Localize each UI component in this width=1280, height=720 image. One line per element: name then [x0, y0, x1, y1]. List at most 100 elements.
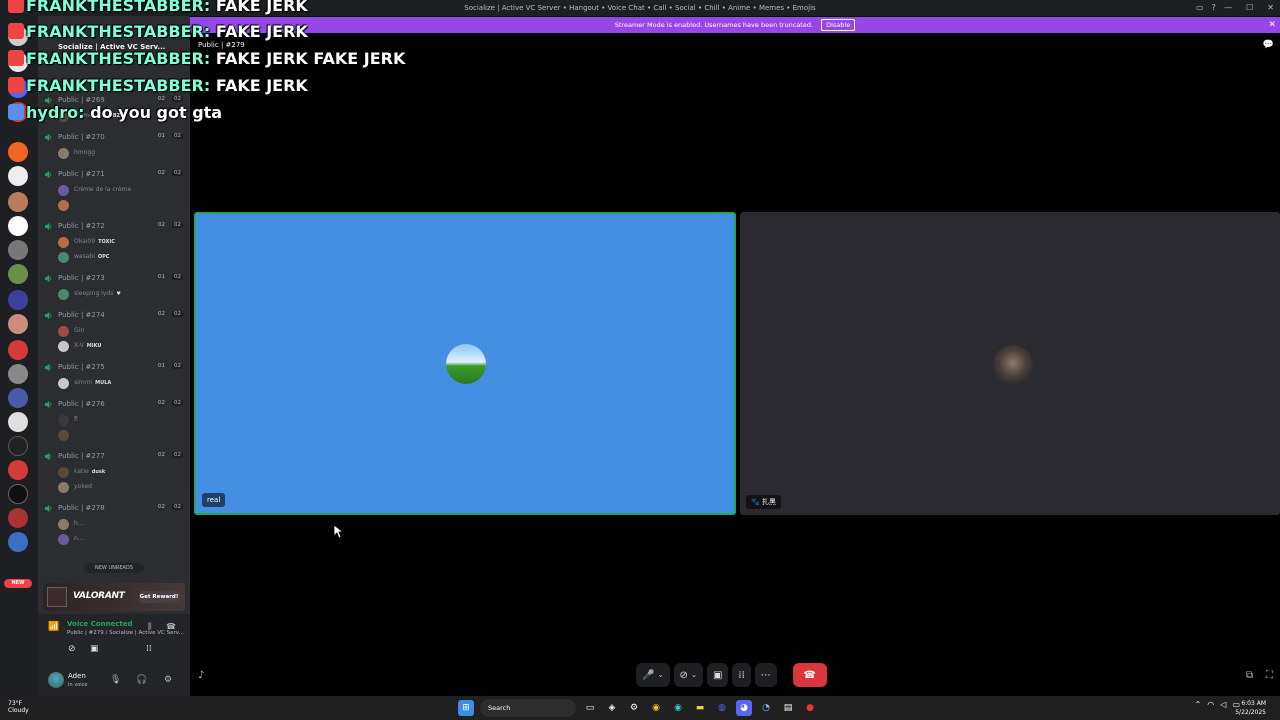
chevron-up-icon[interactable]: ⌃ — [1195, 700, 1202, 709]
screen-share-icon[interactable]: ▣ — [90, 644, 99, 654]
voice-status[interactable]: Voice Connected — [67, 620, 133, 628]
close-window-button[interactable]: ✕ — [1267, 0, 1274, 16]
avatar — [58, 378, 69, 389]
guild-icon[interactable] — [8, 508, 28, 528]
voice-channel[interactable]: Public | #275 01 02 — [42, 361, 186, 375]
weather-condition: Cloudy — [8, 707, 29, 714]
voice-channel[interactable]: Public | #276 02 02 — [42, 398, 186, 412]
new-unreads-button[interactable]: NEW UNREADS — [84, 563, 144, 573]
guild-icon[interactable] — [8, 532, 28, 552]
volume-icon[interactable]: ◁ — [1220, 700, 1226, 709]
voice-channel[interactable]: Public | #272 02 02 — [42, 220, 186, 234]
copilot-icon[interactable]: ◈ — [604, 700, 620, 716]
badge-icon — [8, 77, 24, 93]
guild-icon[interactable] — [8, 436, 28, 456]
channel-name: Public | #273 — [58, 274, 105, 282]
participant-tile[interactable]: 🐾 扎黑 — [740, 212, 1280, 515]
guild-icon[interactable] — [8, 388, 28, 408]
time: 6:03 AM — [1241, 700, 1266, 707]
chrome-icon[interactable]: ◉ — [648, 700, 664, 716]
voice-channel[interactable]: Public | #273 01 02 — [42, 272, 186, 286]
guild-icon[interactable] — [8, 460, 28, 480]
guild-icon[interactable] — [8, 264, 28, 284]
activities-button[interactable]: ⁞⁞ — [732, 663, 751, 687]
chat-message: hydro: do you got gta — [8, 103, 222, 129]
badge-icon — [8, 50, 24, 66]
task-view-icon[interactable]: ▭ — [582, 700, 598, 716]
guild-icon[interactable] — [8, 192, 28, 212]
user-limit: 02 — [172, 504, 183, 510]
app-icon[interactable]: ◍ — [714, 700, 730, 716]
noise-suppression-icon[interactable]: ⫼ — [148, 622, 152, 632]
wifi-icon[interactable]: ◠ — [1207, 700, 1214, 709]
voice-channel[interactable]: Public | #277 02 02 — [42, 450, 186, 464]
voice-channel[interactable]: Public | #271 02 02 — [42, 168, 186, 182]
signal-icon[interactable]: 📶 — [48, 622, 59, 632]
clock[interactable]: 6:03 AM 5/22/2025 — [1235, 699, 1266, 717]
new-badge[interactable]: NEW — [4, 579, 32, 588]
settings-icon[interactable]: ⚙ — [626, 700, 642, 716]
camera-toggle[interactable]: ⊘ ⌄ — [673, 663, 703, 687]
edge-icon[interactable]: ◉ — [670, 700, 686, 716]
voice-channel[interactable]: Public | #270 01 02 — [42, 131, 186, 145]
end-call-button[interactable]: ☎ — [792, 663, 827, 687]
activities-icon[interactable]: ⁞⁞ — [146, 644, 152, 654]
guild-icon[interactable] — [8, 216, 28, 236]
weather-widget[interactable]: 73°F Cloudy — [8, 700, 29, 714]
channel-name: Public | #278 — [58, 504, 105, 512]
maximize-button[interactable]: ☐ — [1246, 0, 1253, 16]
share-screen-button[interactable]: ▣ — [706, 663, 729, 687]
speaker-icon — [44, 133, 52, 142]
app-icon[interactable]: ● — [802, 700, 818, 716]
taskbar-search[interactable]: Search — [480, 699, 576, 717]
get-reward-button[interactable]: Get Reward! — [139, 591, 179, 603]
popout-icon[interactable]: ⧉ — [1246, 670, 1253, 681]
participant-tile[interactable]: real — [194, 212, 736, 515]
chat-message: FRANKTHESTABBER: FAKE JERK — [8, 76, 308, 102]
guild-icon[interactable] — [8, 364, 28, 384]
inbox-icon[interactable]: ▭ — [1196, 0, 1204, 16]
chevron-down-icon[interactable]: ⌄ — [658, 671, 664, 679]
guild-icon[interactable] — [8, 484, 28, 504]
date: 5/22/2025 — [1235, 709, 1266, 716]
terminal-icon[interactable]: ▤ — [780, 700, 796, 716]
avatar[interactable] — [48, 672, 64, 688]
user-count: 02 — [158, 452, 165, 458]
more-button[interactable]: ⋯ — [754, 663, 777, 687]
guild-icon[interactable] — [8, 340, 28, 360]
fullscreen-icon[interactable]: ⛶ — [1266, 670, 1273, 681]
microphone-icon[interactable]: 🎙 — [110, 675, 121, 685]
guild-icon[interactable] — [8, 240, 28, 260]
microphone-toggle[interactable]: 🎤 ⌄ — [636, 663, 670, 687]
chevron-down-icon[interactable]: ⌄ — [691, 671, 697, 679]
close-icon[interactable]: ✕ — [1268, 17, 1276, 33]
username[interactable]: Aden — [68, 672, 86, 680]
disable-streamer-button[interactable]: Disable — [821, 19, 856, 31]
streamer-mode-banner: Streamer Mode is enabled. Usernames have… — [190, 17, 1280, 33]
guild-icon[interactable] — [8, 412, 28, 432]
speaker-icon — [44, 363, 52, 372]
camera-icon[interactable]: ⊘ — [68, 644, 76, 654]
folder-icon[interactable]: ▬ — [692, 700, 708, 716]
windows-start-icon[interactable]: ⊞ — [458, 700, 474, 716]
guild-icon[interactable] — [8, 314, 28, 334]
gear-icon[interactable]: ⚙ — [164, 675, 172, 685]
chat-icon[interactable]: 💬 — [1263, 40, 1274, 50]
app-icon[interactable]: ◔ — [758, 700, 774, 716]
guild-icon[interactable] — [8, 290, 28, 310]
soundboard-icon[interactable]: ♪ — [198, 670, 204, 681]
speaker-icon — [44, 170, 52, 179]
guild-icon[interactable] — [8, 142, 28, 162]
headphones-icon[interactable]: 🎧 — [136, 675, 147, 685]
avatar — [58, 482, 69, 493]
disconnect-icon[interactable]: ☎ — [166, 622, 176, 631]
guild-icon[interactable] — [8, 166, 28, 186]
voice-channel[interactable]: Public | #278 02 02 — [42, 502, 186, 516]
minimize-button[interactable]: — — [1224, 0, 1232, 16]
help-icon[interactable]: ? — [1212, 0, 1216, 16]
promo-banner[interactable]: VALORANT Get Reward! — [43, 583, 185, 611]
voice-channel[interactable]: Public | #274 02 02 — [42, 309, 186, 323]
user-limit: 02 — [172, 452, 183, 458]
channel-name: Public | #270 — [58, 133, 105, 141]
discord-icon[interactable]: ◕ — [736, 700, 752, 716]
